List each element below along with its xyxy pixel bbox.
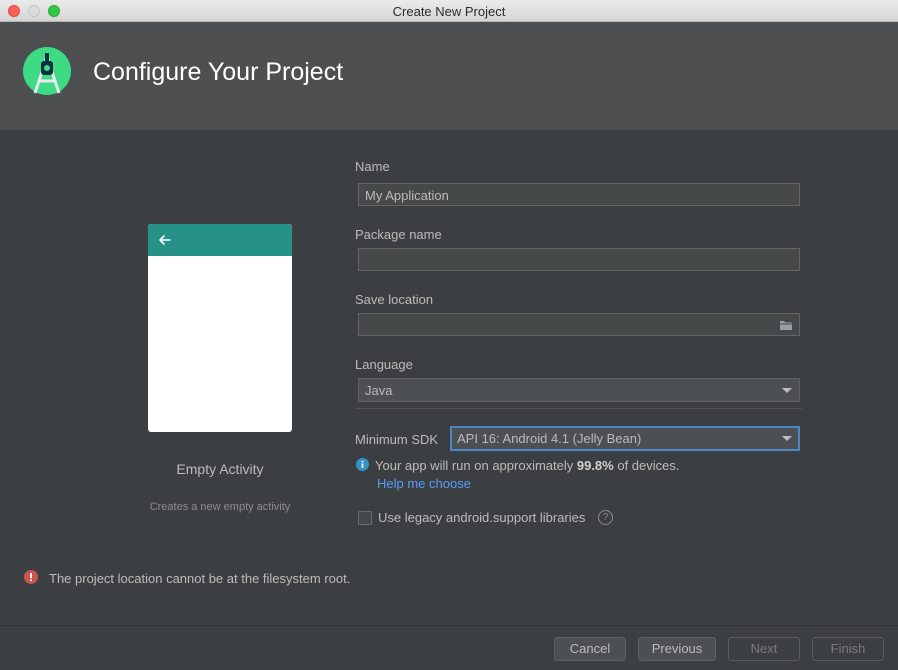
coverage-prefix: Your app will run on approximately — [375, 458, 577, 473]
form-divider — [355, 408, 802, 409]
help-me-choose-link[interactable]: Help me choose — [377, 476, 471, 491]
template-name: Empty Activity — [176, 461, 264, 477]
coverage-percent: 99.8% — [576, 458, 614, 473]
name-field[interactable]: My Application — [358, 183, 800, 206]
page-title: Configure Your Project — [93, 58, 344, 86]
help-question-icon[interactable]: ? — [598, 510, 613, 525]
minimum-sdk-label: Minimum SDK — [355, 432, 439, 447]
android-studio-logo-icon — [23, 47, 71, 95]
language-label: Language — [355, 357, 413, 372]
window-title: Create New Project — [392, 4, 506, 19]
legacy-support-checkbox[interactable] — [358, 511, 372, 525]
window-titlebar: Create New Project — [0, 0, 898, 22]
cancel-button[interactable]: Cancel — [554, 637, 626, 661]
error-message: The project location cannot be at the fi… — [49, 571, 351, 586]
footer-divider — [0, 625, 898, 626]
package-name-label: Package name — [355, 227, 442, 242]
legacy-support-label[interactable]: Use legacy android.support libraries — [378, 510, 585, 525]
name-label: Name — [355, 159, 390, 174]
chevron-down-icon — [782, 436, 792, 441]
wizard-header: Configure Your Project — [0, 22, 898, 130]
minimum-sdk-select[interactable]: API 16: Android 4.1 (Jelly Bean) — [450, 426, 800, 451]
info-icon — [356, 458, 369, 471]
finish-button[interactable]: Finish — [812, 637, 884, 661]
package-name-field[interactable] — [358, 248, 800, 271]
chevron-down-icon — [782, 388, 792, 393]
back-arrow-icon — [159, 235, 171, 245]
template-description: Creates a new empty activity — [149, 501, 291, 513]
previous-button[interactable]: Previous — [638, 637, 716, 661]
coverage-suffix: of devices. — [613, 458, 680, 473]
language-select[interactable]: Java — [358, 378, 800, 402]
template-preview — [148, 224, 292, 432]
minimum-sdk-value: API 16: Android 4.1 (Jelly Bean) — [457, 431, 642, 446]
save-location-field[interactable] — [358, 313, 800, 336]
next-button[interactable]: Next — [728, 637, 800, 661]
folder-icon[interactable] — [779, 319, 793, 331]
save-location-label: Save location — [355, 292, 434, 307]
error-icon — [24, 570, 38, 584]
preview-app-bar — [148, 224, 292, 256]
device-coverage-text: Your app will run on approximately 99.8%… — [375, 458, 680, 473]
language-value: Java — [365, 383, 393, 398]
